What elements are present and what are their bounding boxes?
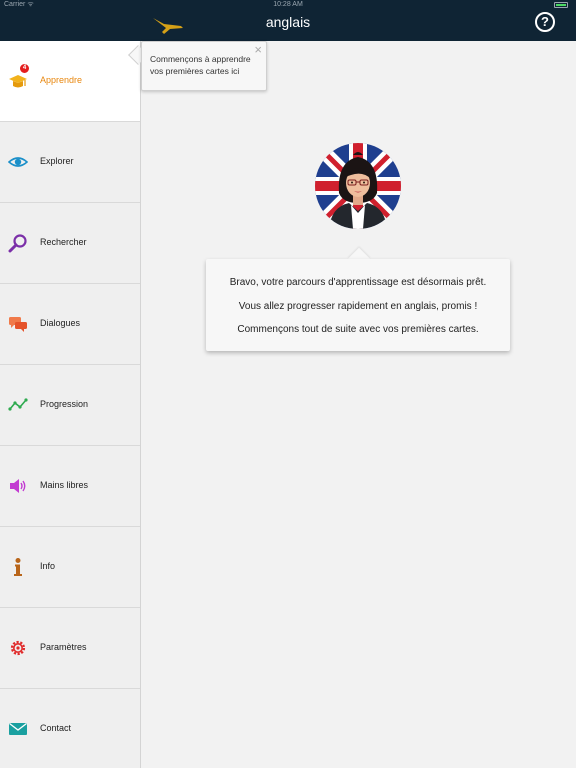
envelope-icon [9,722,27,735]
sidebar-item-explorer[interactable]: Explorer [0,122,140,203]
sidebar-item-dialogues[interactable]: Dialogues [0,284,140,365]
onboarding-tooltip: Commençons à apprendre vos premières car… [141,41,267,91]
sidebar-item-label: Paramètres [40,642,87,652]
page-title: anglais [265,14,311,30]
sidebar-item-label: Explorer [40,156,74,166]
tooltip-text: Commençons à apprendre vos premières car… [150,54,251,76]
notification-badge: 4 [19,63,30,74]
sidebar-item-mains-libres[interactable]: Mains libres [0,446,140,527]
sidebar-item-label: Info [40,561,56,571]
sidebar-item-label: Contact [40,723,72,733]
progress-chart-icon [8,398,28,411]
message-line: Vous allez progresser rapidement en angl… [238,301,478,312]
eye-icon [8,157,28,167]
battery-icon [554,2,568,8]
sidebar: 4 Apprendre Explorer Rechercher Dialogue… [0,41,141,768]
status-bar: Carrier ᯤ 10:28 AM [0,0,576,10]
uk-flag-avatar-icon [315,143,401,229]
message-line: Commençons tout de suite avec vos premiè… [237,324,479,335]
teacher-avatar [315,143,401,229]
sidebar-item-label: Dialogues [40,318,81,328]
magnifier-icon [8,234,27,253]
welcome-message: Bravo, votre parcours d'apprentissage es… [206,259,510,351]
navigation-bar: anglais ? [0,10,576,41]
sidebar-item-contact[interactable]: Contact [0,689,140,768]
gear-icon [10,640,26,656]
chat-bubbles-icon [9,317,27,332]
sidebar-item-info[interactable]: Info [0,527,140,608]
message-line: Bravo, votre parcours d'apprentissage es… [229,277,487,288]
sidebar-item-progression[interactable]: Progression [0,365,140,446]
sidebar-item-label: Mains libres [40,480,89,490]
help-button[interactable]: ? [535,12,555,32]
sidebar-item-label: Rechercher [40,237,87,247]
info-icon [14,558,22,576]
sidebar-item-label: Apprendre [40,75,83,85]
sidebar-item-apprendre[interactable]: 4 Apprendre [0,41,140,122]
close-icon[interactable]: × [254,43,262,57]
sidebar-item-label: Progression [40,399,89,409]
sidebar-item-parametres[interactable]: Paramètres [0,608,140,689]
graduation-cap-icon [9,75,27,88]
sidebar-item-rechercher[interactable]: Rechercher [0,203,140,284]
speaker-icon [10,479,26,493]
clock: 10:28 AM [273,1,303,8]
